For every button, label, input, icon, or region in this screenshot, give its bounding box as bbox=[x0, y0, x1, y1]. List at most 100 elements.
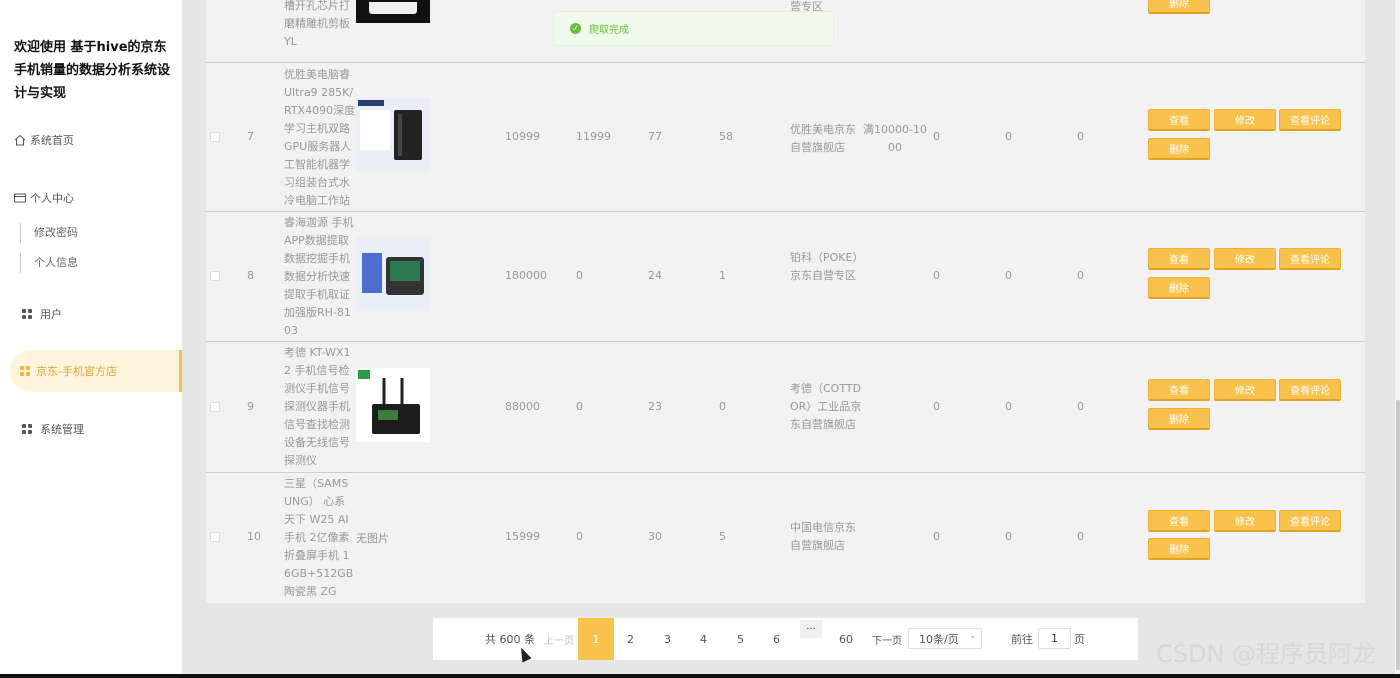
product-name: 槽开孔芯片打磨精雕机剪板YL bbox=[284, 0, 350, 48]
sidebar-item-system-management[interactable]: 系统管理 bbox=[22, 419, 84, 439]
product-name: 优胜美电脑睿Ultra9 285K/RTX4090深度学习主机双路GPU服务器人… bbox=[284, 68, 356, 207]
next-page-button[interactable]: 下一页 bbox=[872, 618, 902, 660]
sidebar-item-home[interactable]: 系统首页 bbox=[14, 130, 74, 150]
view-button[interactable]: 查看 bbox=[1148, 510, 1210, 532]
card-icon bbox=[14, 193, 26, 203]
scrollbar-thumb[interactable] bbox=[1396, 400, 1400, 670]
price: 10999 bbox=[505, 130, 540, 143]
edit-button[interactable]: 修改 bbox=[1214, 248, 1276, 270]
sidebar: 欢迎使用 基于hive的京东手机销量的数据分析系统设计与实现 系统首页 个人中心… bbox=[0, 0, 182, 674]
stat-value: 0 bbox=[933, 400, 940, 413]
sidebar-item-label: 系统管理 bbox=[40, 423, 84, 436]
page-button[interactable]: 6 bbox=[773, 618, 780, 660]
prev-page-button[interactable]: 上一页 bbox=[544, 618, 574, 660]
stat-value: 0 bbox=[933, 269, 940, 282]
toast-message: 爬取完成 bbox=[589, 25, 629, 36]
page-size-select[interactable]: 10条/页 ⌄ bbox=[908, 628, 982, 649]
page-button[interactable]: 5 bbox=[737, 618, 744, 660]
original-price: 0 bbox=[576, 530, 583, 543]
sidebar-item-personal-info[interactable]: 个人信息 bbox=[20, 253, 78, 273]
product-image bbox=[356, 98, 430, 172]
stat-value: 0 bbox=[1077, 269, 1084, 282]
delete-button[interactable]: 删除 bbox=[1148, 408, 1210, 430]
bottom-border bbox=[0, 674, 1400, 678]
row-checkbox[interactable] bbox=[210, 402, 220, 412]
price: 180000 bbox=[505, 269, 547, 282]
page-button-active[interactable]: 1 bbox=[578, 618, 614, 660]
page-size-value: 10条/页 bbox=[919, 632, 959, 646]
price: 15999 bbox=[505, 530, 540, 543]
sidebar-item-users[interactable]: 用户 bbox=[22, 304, 62, 324]
sidebar-item-label: 系统首页 bbox=[30, 134, 74, 147]
view-comments-button[interactable]: 查看评论 bbox=[1279, 510, 1341, 532]
sidebar-item-change-password[interactable]: 修改密码 bbox=[20, 223, 78, 243]
delete-button[interactable]: 删除 bbox=[1148, 0, 1210, 14]
product-name: 三星（SAMSUNG） 心系天下 W25 AI手机 2亿像素 折叠屏手机 16G… bbox=[284, 477, 354, 598]
stat-value: 0 bbox=[1005, 130, 1012, 143]
page-button-last[interactable]: 60 bbox=[839, 618, 853, 660]
original-price: 0 bbox=[576, 269, 583, 282]
table-row: 10 三星（SAMSUNG） 心系天下 W25 AI手机 2亿像素 折叠屏手机 … bbox=[206, 473, 1365, 603]
sidebar-item-personal-center[interactable]: 个人中心 bbox=[14, 188, 74, 208]
sidebar-item-jd-phone-store[interactable]: 京东-手机官方店 bbox=[10, 350, 182, 392]
pagination: 共 600 条 上一页 1 2 3 4 5 6 ··· 60 下一页 10条/页… bbox=[433, 618, 1138, 660]
price: 88000 bbox=[505, 400, 540, 413]
home-icon bbox=[14, 134, 26, 146]
sidebar-item-label: 用户 bbox=[40, 308, 62, 321]
sidebar-item-label: 个人中心 bbox=[30, 192, 74, 205]
stat-value: 0 bbox=[1005, 530, 1012, 543]
view-comments-button[interactable]: 查看评论 bbox=[1279, 248, 1341, 270]
view-comments-button[interactable]: 查看评论 bbox=[1279, 379, 1341, 401]
row-index: 7 bbox=[247, 130, 254, 143]
view-button[interactable]: 查看 bbox=[1148, 248, 1210, 270]
product-table: 槽开孔芯片打磨精雕机剪板YL 营专区 删除 7 优胜美电脑睿Ultra9 285… bbox=[206, 0, 1365, 603]
more-pages-button[interactable]: ··· bbox=[800, 620, 822, 638]
delete-button[interactable]: 删除 bbox=[1148, 138, 1210, 160]
row-checkbox[interactable] bbox=[210, 132, 220, 142]
row-index: 8 bbox=[247, 269, 254, 282]
shop-name: 铂科（POKE）京东自营专区 bbox=[790, 251, 858, 282]
product-image bbox=[356, 237, 430, 311]
success-toast: ✓ 爬取完成 bbox=[553, 11, 834, 46]
chevron-down-icon: ⌄ bbox=[969, 631, 976, 640]
goto-suffix: 页 bbox=[1074, 633, 1085, 646]
stat-value: 23 bbox=[648, 400, 662, 413]
stat-value: 1 bbox=[719, 269, 726, 282]
edit-button[interactable]: 修改 bbox=[1214, 109, 1276, 131]
goto-page-input[interactable]: 1 bbox=[1038, 628, 1071, 649]
table-row: 9 考德 KT-WX12 手机信号检测仪手机信号探测仪器手机信号查找检测设备无线… bbox=[206, 342, 1365, 473]
page-button[interactable]: 3 bbox=[664, 618, 671, 660]
stat-value: 5 bbox=[719, 530, 726, 543]
row-checkbox[interactable] bbox=[210, 271, 220, 281]
stat-value: 0 bbox=[1077, 530, 1084, 543]
product-name: 睿海迦源 手机APP数据提取数据挖掘手机数据分析快速提取手机取证加强版RH-81… bbox=[284, 216, 354, 337]
shop-name: 考德（COTTDOR）工业品京东自营旗舰店 bbox=[790, 382, 862, 431]
delete-button[interactable]: 删除 bbox=[1148, 277, 1210, 299]
view-comments-button[interactable]: 查看评论 bbox=[1279, 109, 1341, 131]
row-checkbox[interactable] bbox=[210, 532, 220, 542]
grid-icon bbox=[22, 424, 32, 434]
page-button[interactable]: 2 bbox=[627, 618, 634, 660]
check-circle-icon: ✓ bbox=[570, 23, 581, 34]
view-button[interactable]: 查看 bbox=[1148, 379, 1210, 401]
stat-value: 24 bbox=[648, 269, 662, 282]
product-name: 考德 KT-WX12 手机信号检测仪手机信号探测仪器手机信号查找检测设备无线信号… bbox=[284, 346, 351, 467]
original-price: 11999 bbox=[576, 130, 611, 143]
view-button[interactable]: 查看 bbox=[1148, 109, 1210, 131]
stat-value: 0 bbox=[933, 130, 940, 143]
grid-icon bbox=[20, 366, 30, 376]
stat-value: 0 bbox=[1005, 269, 1012, 282]
app-title: 欢迎使用 基于hive的京东手机销量的数据分析系统设计与实现 bbox=[14, 40, 171, 101]
edit-button[interactable]: 修改 bbox=[1214, 379, 1276, 401]
stat-value: 77 bbox=[648, 130, 662, 143]
edit-button[interactable]: 修改 bbox=[1214, 510, 1276, 532]
stat-value: 0 bbox=[1005, 400, 1012, 413]
row-index: 10 bbox=[247, 530, 261, 543]
grid-icon bbox=[22, 309, 32, 319]
table-row: 8 睿海迦源 手机APP数据提取数据挖掘手机数据分析快速提取手机取证加强版RH-… bbox=[206, 212, 1365, 342]
delete-button[interactable]: 删除 bbox=[1148, 538, 1210, 560]
product-image bbox=[356, 368, 430, 442]
watermark: CSDN @程序员阿龙 bbox=[1156, 640, 1377, 668]
page-button[interactable]: 4 bbox=[700, 618, 707, 660]
stat-value: 0 bbox=[719, 400, 726, 413]
